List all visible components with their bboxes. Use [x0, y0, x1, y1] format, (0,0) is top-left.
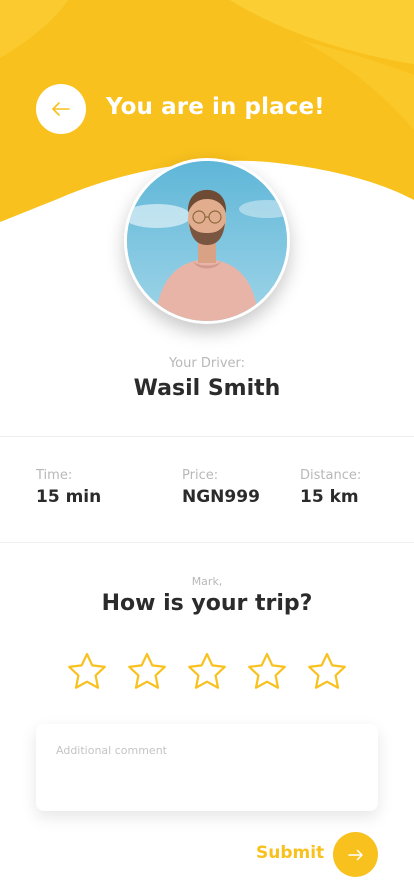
- arrow-right-icon: [347, 849, 363, 860]
- comment-field[interactable]: [36, 724, 378, 811]
- trip-price-value: NGN999: [182, 487, 260, 507]
- trip-time-label: Time:: [36, 468, 73, 483]
- trip-time-value: 15 min: [36, 487, 102, 507]
- submit-label[interactable]: Submit: [256, 843, 324, 863]
- back-button[interactable]: [36, 84, 86, 134]
- star-icon[interactable]: [125, 650, 169, 694]
- trip-price: Price: NGN999: [182, 468, 260, 507]
- driver-avatar: [124, 158, 290, 324]
- trip-time: Time: 15 min: [36, 468, 101, 507]
- trip-distance-value: 15 km: [300, 487, 359, 507]
- star-rating: [0, 650, 414, 694]
- star-icon[interactable]: [185, 650, 229, 694]
- trip-distance-label: Distance:: [300, 468, 362, 483]
- submit-button[interactable]: [333, 832, 378, 877]
- trip-complete-screen: You are in place! Your Driver: Wasil Smi…: [0, 0, 414, 896]
- divider: [0, 436, 414, 437]
- rating-question: How is your trip?: [101, 591, 313, 616]
- trip-price-label: Price:: [182, 468, 219, 483]
- page-title: You are in place!: [106, 94, 325, 120]
- star-icon[interactable]: [305, 650, 349, 694]
- arrow-left-icon: [52, 102, 70, 116]
- driver-caption: Your Driver:: [168, 356, 246, 371]
- star-icon[interactable]: [65, 650, 109, 694]
- trip-distance: Distance: 15 km: [300, 468, 361, 507]
- mark-label: Mark,: [191, 575, 223, 588]
- driver-name: Wasil Smith: [133, 376, 281, 401]
- star-icon[interactable]: [245, 650, 289, 694]
- divider: [0, 542, 414, 543]
